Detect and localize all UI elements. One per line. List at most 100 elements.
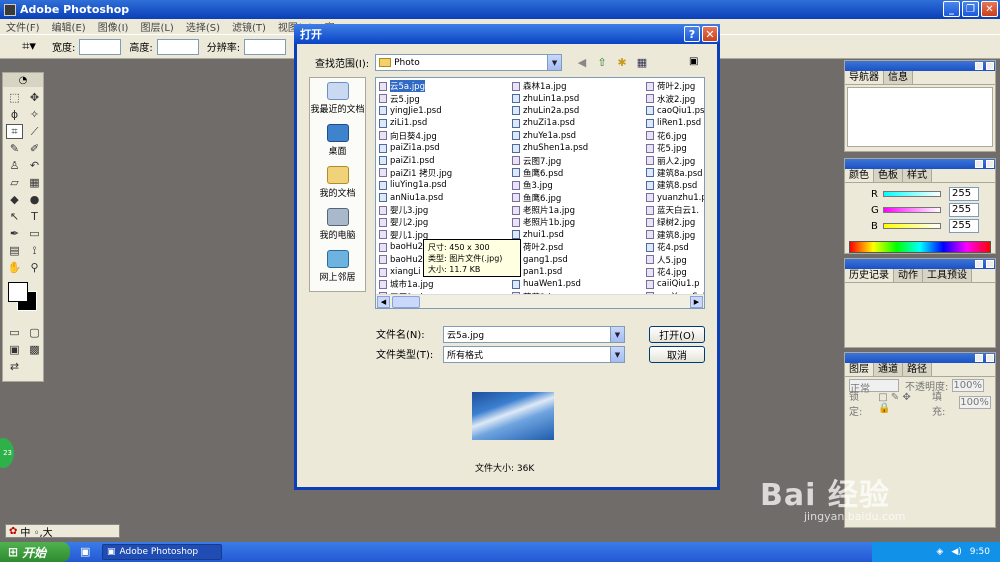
width-input[interactable] [79,38,122,55]
panel-minimize-icon[interactable] [975,160,983,168]
eyedropper-icon[interactable]: ⟟ [26,243,43,258]
file-item[interactable]: 花5.jpg [646,142,704,154]
file-item[interactable]: 老照片1a.jpg [512,204,588,216]
file-item[interactable]: 丽人2.jpg [646,154,704,167]
file-item[interactable]: zhuShen1a.psd [512,142,588,154]
notes-tool-icon[interactable]: ▤ [6,243,23,258]
crop-icon[interactable]: ⌗ [6,124,23,139]
panel-minimize-icon[interactable] [975,62,983,70]
file-item[interactable]: 建筑8.jpg [646,229,704,241]
panel-close-icon[interactable] [986,354,994,362]
shape-tool-icon[interactable]: ▭ [26,226,43,241]
brush-tool-icon[interactable]: ✐ [26,141,43,156]
file-item[interactable]: ziLi1.psd [379,117,452,129]
file-item[interactable]: 人5.jpg [646,253,704,266]
panel-close-icon[interactable] [986,260,994,268]
file-item[interactable]: 蓝天白云1. [646,204,704,216]
chevron-down-icon[interactable]: ▼ [547,55,562,70]
panel-close-icon[interactable] [986,160,994,168]
tab-info[interactable]: 信息 [884,71,913,84]
foreground-color-swatch[interactable] [8,282,28,302]
file-item[interactable]: pan1.psd [512,266,588,278]
place-documents[interactable]: 我的文档 [310,162,365,204]
quickmask-mode-icon[interactable]: ▢ [26,325,43,340]
fill-input[interactable]: 100% [959,396,991,409]
file-item[interactable]: zhuZi1a.psd [512,117,588,129]
healing-brush-icon[interactable]: ✎ [6,141,23,156]
scroll-left-icon[interactable]: ◀ [377,296,390,308]
menu-edit[interactable]: 编辑(E) [46,19,92,34]
lock-icons[interactable]: □ ✎ ✥ 🔒 [878,392,926,414]
magic-wand-icon[interactable]: ✧ [26,107,43,122]
standard-mode-icon[interactable]: ▭ [6,325,23,340]
panel-minimize-icon[interactable] [975,260,983,268]
red-value-input[interactable]: 255 [949,187,979,201]
toolbox-header[interactable]: ◔ [3,73,43,87]
file-item[interactable]: 建筑8.psd [646,179,704,191]
clock[interactable]: 9:50 [970,547,990,557]
green-slider[interactable] [883,207,941,213]
chevron-down-icon[interactable]: ▼ [610,327,624,342]
dialog-close-button[interactable]: ✕ [702,26,718,42]
file-item[interactable]: zhuLin2a.psd [512,105,588,117]
file-item[interactable]: gang1.psd [512,253,588,265]
dialog-title-bar[interactable]: 打开 ? ✕ [294,24,720,44]
crop-tool-icon[interactable]: ⌗▾ [14,37,44,57]
file-item[interactable]: paiZi1.psd [379,154,452,166]
tab-paths[interactable]: 路径 [903,363,932,376]
file-item[interactable]: 老照片1b.jpg [512,216,588,228]
screen-mode-icon[interactable]: ▣ [6,342,23,357]
close-button[interactable]: ✕ [981,1,998,17]
tab-layers[interactable]: 图层 [845,363,874,376]
help-button[interactable]: ? [684,26,700,42]
zoom-tool-icon[interactable]: ⚲ [26,260,43,275]
tab-color[interactable]: 颜色 [845,169,874,182]
stamp-tool-icon[interactable]: ♙ [6,158,23,173]
menu-filter[interactable]: 滤镜(T) [226,19,272,34]
folder-up-icon[interactable]: ▣ [689,56,703,68]
ime-toolbar[interactable]: ✿ 中 ◦,大 [5,524,120,539]
file-item[interactable]: paiZi1 拷贝.jpg [379,167,452,179]
marquee-tool-icon[interactable]: ⬚ [6,90,23,105]
file-item[interactable]: 婴儿3.jpg [379,204,452,216]
menu-layer[interactable]: 图层(L) [134,19,179,34]
slice-tool-icon[interactable]: ⟋ [26,124,43,139]
back-icon[interactable]: ◀ [575,55,589,69]
green-value-input[interactable]: 255 [949,203,979,217]
file-item[interactable]: 婴儿2.jpg [379,216,452,228]
filetype-select[interactable]: 所有格式 ▼ [443,346,625,363]
start-button[interactable]: ⊞ 开始 [0,542,70,562]
file-item[interactable]: zhui1.psd [512,229,588,241]
file-item[interactable]: liRen1.psd [646,117,704,129]
panel-close-icon[interactable] [986,62,994,70]
imageready-icon[interactable]: ⇄ [6,359,23,374]
place-network[interactable]: 网上邻居 [310,246,365,288]
gradient-icon[interactable]: ▦ [26,175,43,190]
file-item[interactable]: 水波2.jpg [646,92,704,105]
move-tool-icon[interactable]: ✥ [26,90,43,105]
tab-styles[interactable]: 样式 [903,169,932,182]
open-button[interactable]: 打开(O) [649,326,705,343]
tab-history[interactable]: 历史记录 [845,269,894,282]
file-item[interactable]: 向日葵4.jpg [379,130,452,142]
color-spectrum[interactable] [849,241,991,253]
file-item[interactable]: caiiQiu1.p [646,278,704,290]
file-item[interactable]: liuYing1a.psd [379,179,452,191]
lasso-tool-icon[interactable]: ϕ [6,107,23,122]
file-item[interactable]: zhuLin1a.psd [512,92,588,104]
tray-network-icon[interactable]: ◈ [936,547,943,557]
file-item[interactable]: anNiu1a.psd [379,192,452,204]
file-item[interactable]: paiZi1a.psd [379,142,452,154]
file-item[interactable]: zhuYe1a.psd [512,130,588,142]
place-computer[interactable]: 我的电脑 [310,204,365,246]
navigator-preview[interactable] [847,87,993,147]
tab-channels[interactable]: 通道 [874,363,903,376]
view-menu-icon[interactable]: ▦ [635,55,649,69]
scrollbar-thumb[interactable] [392,296,420,308]
side-badge[interactable]: 23 [0,438,14,468]
type-tool-icon[interactable]: T [26,209,43,224]
file-item[interactable]: 花4.psd [646,241,704,253]
place-recent[interactable]: 我最近的文档 [310,78,365,120]
menu-file[interactable]: 文件(F) [0,19,46,34]
file-item[interactable]: 城市1a.jpg [379,278,452,290]
